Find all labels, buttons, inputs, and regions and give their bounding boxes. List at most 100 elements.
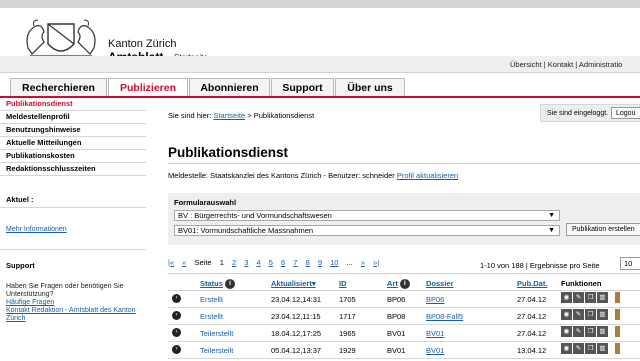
sidebar-divider	[0, 249, 146, 250]
results-per-page-select[interactable]: 10	[620, 257, 640, 270]
table-top-divider	[168, 273, 640, 274]
column-header-art[interactable]: Art i	[387, 279, 410, 290]
pencil-icon[interactable]: ✎	[573, 326, 584, 337]
book-icon[interactable]	[615, 343, 620, 354]
page-link[interactable]: 8	[306, 258, 310, 267]
column-header-id[interactable]: ID	[339, 279, 347, 288]
tab-support[interactable]: Support	[271, 78, 334, 96]
page-link[interactable]: 4	[256, 258, 260, 267]
page-link[interactable]: 5	[269, 258, 273, 267]
tab-ueber-uns[interactable]: Über uns	[335, 78, 405, 96]
column-header-status-label: Status	[200, 279, 223, 288]
trash-icon[interactable]: ▥	[597, 292, 608, 303]
row-dossier-link[interactable]: BP06	[426, 295, 444, 304]
row-art: BP06	[387, 295, 406, 304]
row-pubdate: 13.04.12	[517, 346, 547, 355]
aktuell-heading: Aktuel :	[6, 195, 34, 204]
tab-recherchieren[interactable]: Recherchieren	[10, 78, 107, 96]
prev-page-link[interactable]: «	[182, 258, 186, 267]
copy-icon[interactable]: ❐	[585, 309, 596, 320]
column-header-pubdat[interactable]: Pub.Dat.	[517, 279, 547, 288]
top-gray-bar	[0, 0, 640, 8]
sidebar-item-publikationskosten[interactable]: Publikationskosten	[0, 150, 146, 163]
tab-abonnieren[interactable]: Abonnieren	[189, 78, 270, 96]
trash-icon[interactable]: ▥	[597, 326, 608, 337]
copy-icon[interactable]: ❐	[585, 343, 596, 354]
pencil-icon[interactable]: ✎	[573, 309, 584, 320]
row-pubdate: 27.04.12	[517, 312, 547, 321]
page-link[interactable]: 7	[293, 258, 297, 267]
row-pubdate: 27.04.12	[517, 295, 547, 304]
trash-icon[interactable]: ▥	[597, 309, 608, 320]
meldestelle-text: Meldestelle: Staatskanzlei des Kantons Z…	[168, 171, 395, 180]
table-row: › Erstellt 23.04.12,11:15 1717 BP08 BP08…	[168, 308, 640, 325]
page-link[interactable]: 9	[318, 258, 322, 267]
column-header-art-label: Art	[387, 279, 398, 288]
breadcrumb-separator: >	[247, 111, 252, 120]
page-link[interactable]: 2	[232, 258, 236, 267]
book-icon[interactable]	[615, 309, 620, 320]
column-header-dossier[interactable]: Dossier	[426, 279, 454, 288]
trash-icon[interactable]: ▥	[597, 343, 608, 354]
copy-icon[interactable]: ❐	[585, 292, 596, 303]
info-icon[interactable]: i	[399, 279, 410, 290]
row-status[interactable]: Teilerstellt	[200, 329, 233, 338]
last-page-link[interactable]: »|	[373, 258, 379, 267]
row-status[interactable]: Erstellt	[200, 312, 223, 321]
copy-icon[interactable]: ❐	[585, 326, 596, 337]
chevron-right-icon[interactable]: ›	[172, 345, 181, 354]
breadcrumb-home-link[interactable]: Startseite	[213, 111, 245, 120]
chevron-right-icon[interactable]: ›	[172, 294, 181, 303]
table-row: › Erstellt 23.04.12,14:31 1705 BP06 BP06…	[168, 291, 640, 308]
category-select-value: BV : Bürgerrechts- und Vormundschaftswes…	[178, 211, 332, 220]
sort-indicator-icon: ▾	[311, 279, 316, 288]
pencil-icon[interactable]: ✎	[573, 292, 584, 303]
page-link[interactable]: 10	[330, 258, 338, 267]
row-id: 1965	[339, 329, 356, 338]
form-selection-panel: Formularauswahl BV : Bürgerrechts- und V…	[168, 193, 640, 245]
sidebar-item-aktuelle-mitteilungen[interactable]: Aktuelle Mitteilungen	[0, 137, 146, 150]
row-dossier-link[interactable]: BV01	[426, 329, 444, 338]
row-status[interactable]: Erstellt	[200, 295, 223, 304]
eye-icon[interactable]: ◉	[561, 292, 572, 303]
row-status[interactable]: Teilerstellt	[200, 346, 233, 355]
row-dossier-link[interactable]: BP08-Fall5	[426, 312, 463, 321]
chevron-right-icon[interactable]: ›	[172, 328, 181, 337]
pagination: |« « Seite 1 2 3 4 5 6 7 8 9 10 ... » »|	[168, 258, 385, 267]
sidebar-item-benutzungshinweise[interactable]: Benutzungshinweise	[0, 124, 146, 137]
profile-update-link[interactable]: Profil aktualisieren	[397, 171, 458, 180]
sidebar-item-meldestellenprofil[interactable]: Meldestellenprofil	[0, 111, 146, 124]
breadcrumb-prefix: Sie sind hier:	[168, 111, 212, 120]
eye-icon[interactable]: ◉	[561, 326, 572, 337]
breadcrumb: Sie sind hier: Startseite > Publikations…	[168, 111, 314, 120]
info-icon[interactable]: i	[224, 279, 235, 290]
page-link[interactable]: 6	[281, 258, 285, 267]
form-type-select-value: BV01: Vormundschaftliche Massnahmen	[178, 226, 314, 235]
eye-icon[interactable]: ◉	[561, 309, 572, 320]
book-icon[interactable]	[615, 326, 620, 337]
eye-icon[interactable]: ◉	[561, 343, 572, 354]
sidebar-item-publikationsdienst[interactable]: Publikationsdienst	[0, 98, 146, 111]
sidebar-divider	[0, 207, 146, 208]
pencil-icon[interactable]: ✎	[573, 343, 584, 354]
chevron-right-icon[interactable]: ›	[172, 311, 181, 320]
sidebar-item-redaktionsschlusszeiten[interactable]: Redaktionsschlusszeiten	[0, 163, 146, 176]
create-publication-button[interactable]: Publikation erstellen	[566, 223, 640, 236]
more-info-link[interactable]: Mehr Informationen	[6, 226, 67, 233]
page-link[interactable]: 3	[244, 258, 248, 267]
book-icon[interactable]	[615, 292, 620, 303]
logout-button[interactable]: Logou	[611, 107, 640, 119]
category-select[interactable]: BV : Bürgerrechts- und Vormundschaftswes…	[174, 210, 560, 221]
column-header-aktualisiert[interactable]: Aktualisiert▾	[271, 279, 316, 288]
tab-publizieren[interactable]: Publizieren	[108, 78, 188, 96]
row-dossier-link[interactable]: BV01	[426, 346, 444, 355]
form-type-select[interactable]: BV01: Vormundschaftliche Massnahmen ▼	[174, 225, 560, 236]
first-page-link[interactable]: |«	[168, 258, 174, 267]
row-actions: ◉ ✎ ❐ ▥	[561, 309, 621, 321]
column-header-status[interactable]: Status i	[200, 279, 235, 290]
contact-link[interactable]: Kontakt Redaktion - Amtsblatt des Kanton…	[6, 307, 146, 323]
next-page-link[interactable]: »	[361, 258, 365, 267]
row-updated: 23.04.12,14:31	[271, 295, 322, 304]
faq-link[interactable]: Häufige Fragen	[6, 299, 54, 306]
utility-links[interactable]: Übersicht | Kontakt | Administratio	[510, 60, 622, 69]
